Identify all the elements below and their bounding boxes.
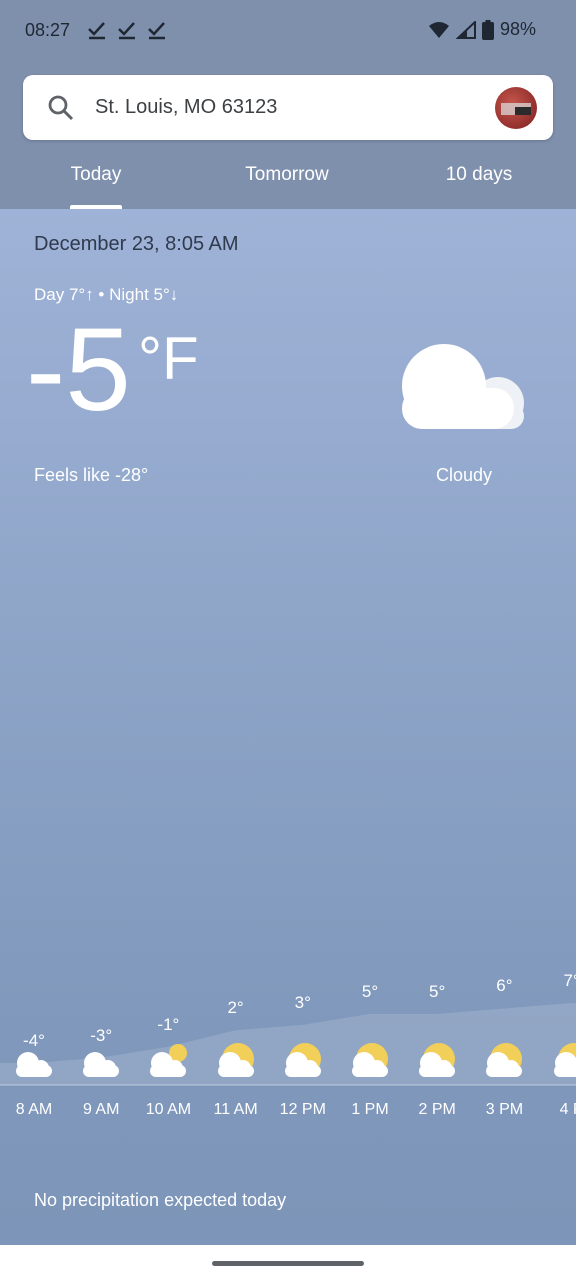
cell-signal-icon [455, 20, 476, 39]
notification-icons [86, 18, 168, 40]
partly-cloudy-icon [415, 1041, 459, 1086]
hour-temp: 2° [227, 998, 244, 1018]
status-time: 08:27 [25, 20, 71, 40]
current-date: December 23, 8:05 AM [34, 233, 239, 255]
battery-icon [481, 19, 494, 40]
hour-temp: -1° [157, 1014, 180, 1034]
cloudy-icon [402, 344, 524, 429]
hourly-forecast: -4° 8 AM -3° 9 AM -1° 10 AM 2° 11 AM 3° 12 PM 5° 1 … [0, 939, 576, 1149]
hour-temp: 5° [361, 981, 379, 1001]
partly-cloudy-icon [550, 1041, 576, 1086]
navigation-handle[interactable] [212, 1261, 364, 1266]
feels-like: Feels like -28° [34, 465, 149, 485]
hour-time: 8 AM [15, 1101, 53, 1118]
hour-temp: 7° [563, 971, 576, 990]
partly-cloudy-icon [348, 1041, 392, 1086]
hour-time: 11 AM [213, 1101, 258, 1118]
temperature-unit: °F [138, 325, 199, 392]
avatar[interactable] [495, 87, 537, 129]
hour-time: 9 AM [82, 1101, 120, 1118]
search-icon[interactable] [47, 94, 75, 122]
hour-temp: 6° [496, 976, 513, 996]
cloudy-icon [12, 1041, 56, 1086]
check-notification-icon [148, 22, 165, 40]
tab-bar: Today Tomorrow 10 days [0, 150, 576, 209]
hour-time: 12 PM [279, 1101, 326, 1118]
search-location[interactable]: St. Louis, MO 63123 [95, 96, 277, 119]
day-night-temps: Day 7°↑ • Night 5°↓ [34, 285, 179, 304]
hour-temp: 5° [429, 981, 446, 1001]
tab-today[interactable]: Today [71, 164, 122, 186]
cloudy-icon [79, 1041, 123, 1086]
hour-time: 1 PM [351, 1101, 389, 1118]
hour-time: 10 AM [145, 1101, 192, 1118]
tab-10-days[interactable]: 10 days [446, 164, 513, 186]
weather-panel: December 23, 8:05 AM Day 7°↑ • Night 5°↓… [0, 209, 576, 1245]
hour-time: 2 PM [418, 1101, 456, 1118]
current-condition: Cloudy [435, 465, 493, 485]
mostly-cloudy-icon [146, 1041, 190, 1086]
partly-cloudy-icon [214, 1041, 258, 1086]
partly-cloudy-icon [281, 1041, 325, 1086]
hour-temp: 3° [294, 992, 311, 1012]
status-icons: 98% [428, 19, 536, 40]
tab-tomorrow[interactable]: Tomorrow [245, 164, 328, 186]
header-area: 08:27 98% St. Louis, MO 63123 Today Tomo [0, 0, 576, 209]
search-bar[interactable]: St. Louis, MO 63123 [23, 75, 553, 140]
check-notification-icon [88, 22, 105, 40]
hour-time: 3 PM [485, 1101, 524, 1118]
current-temperature: -5 [26, 304, 131, 436]
battery-percent: 98% [499, 19, 536, 39]
avatar-image [501, 103, 531, 115]
wifi-icon [428, 21, 449, 38]
check-notification-icon [118, 22, 135, 40]
precipitation-summary: No precipitation expected today [34, 1190, 287, 1210]
hour-time: 4 P [559, 1101, 576, 1118]
partly-cloudy-icon [482, 1041, 526, 1086]
status-bar: 08:27 98% [0, 0, 576, 62]
